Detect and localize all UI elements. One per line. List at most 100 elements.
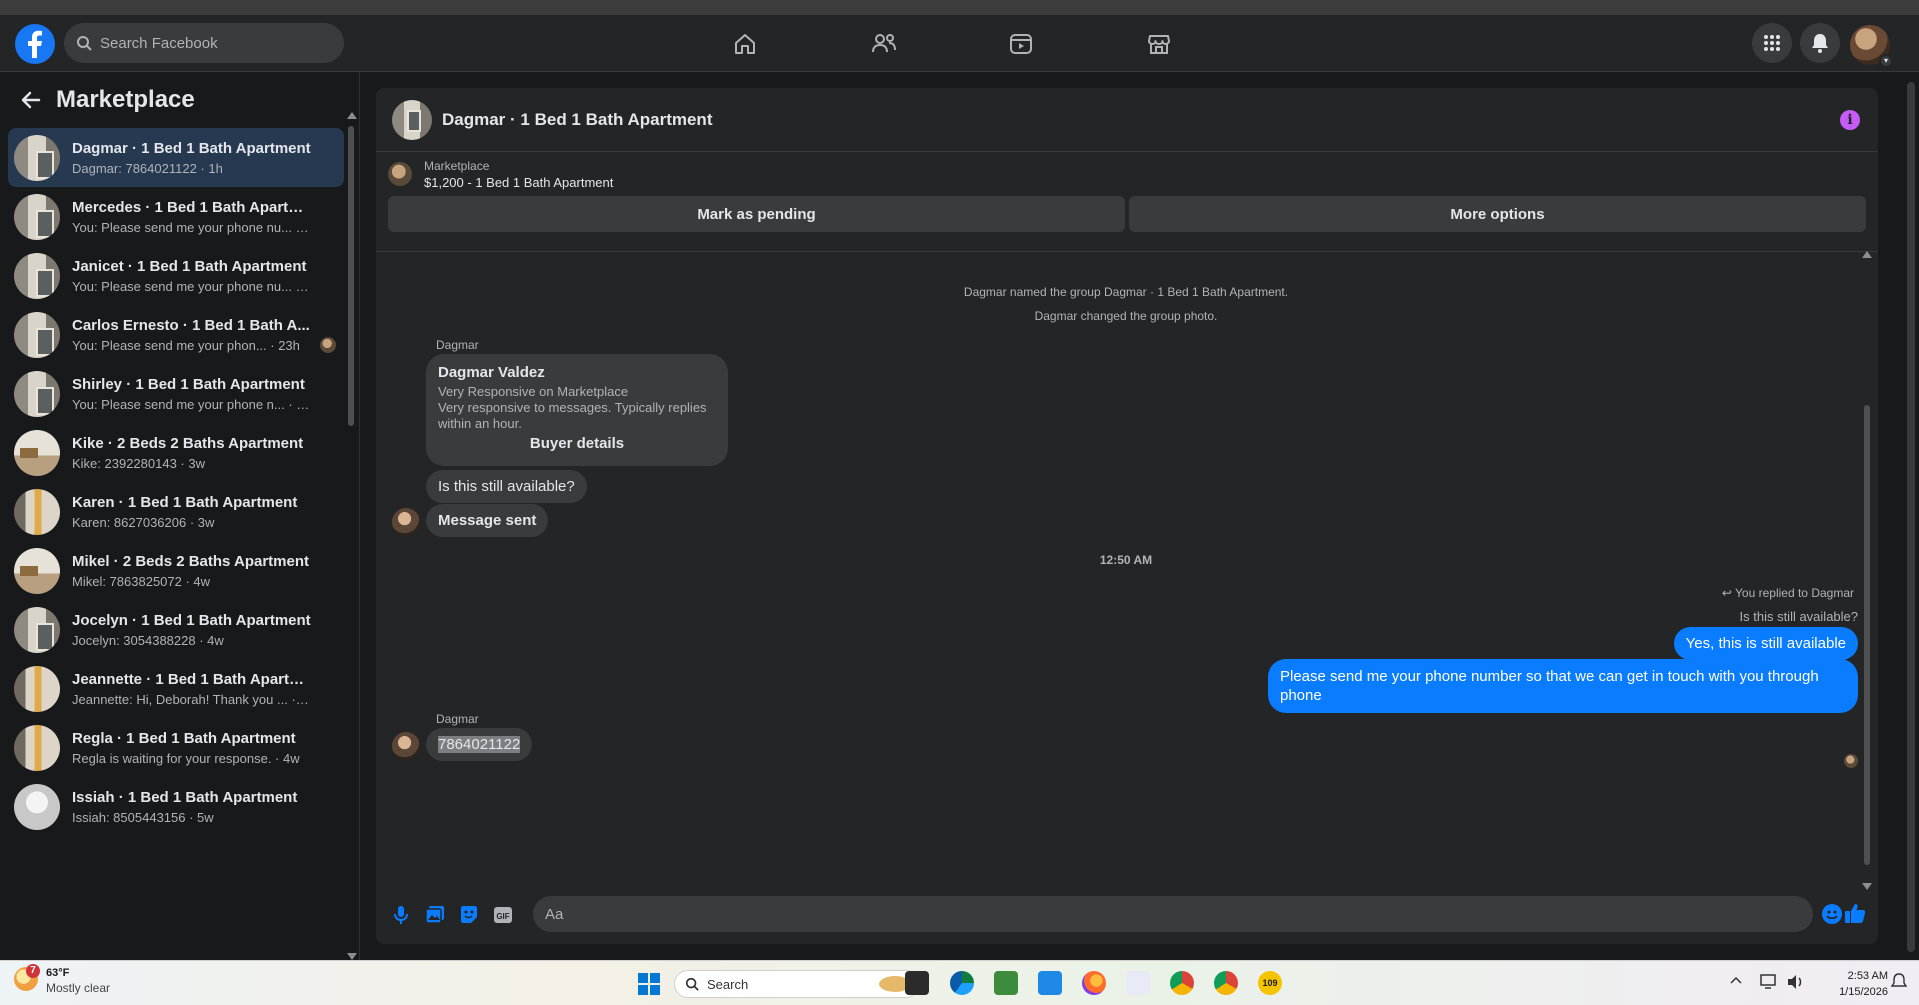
menu-grid-icon[interactable]: [1752, 23, 1792, 63]
system-clock[interactable]: 2:53 AM 1/15/2026: [1830, 968, 1888, 1000]
windows-taskbar: 7 63°F Mostly clear Search 109 2:53 AM 1…: [0, 960, 1919, 1005]
tray-chevron-up-icon[interactable]: [1728, 973, 1744, 989]
conversation-preview: Jeannette: Hi, Deborah! Thank you ... · …: [72, 691, 312, 707]
quoted-message[interactable]: Is this still available?: [1740, 609, 1859, 624]
conversation-name: Kike · 2 Beds 2 Baths Apartment: [72, 434, 304, 452]
sender-avatar[interactable]: [392, 508, 420, 536]
conversation-preview: Karen: 8627036206 · 3w: [72, 514, 215, 530]
sticker-icon[interactable]: [458, 904, 480, 926]
weather-widget[interactable]: 7 63°F Mostly clear: [14, 964, 110, 995]
chat-listing-thumbnail[interactable]: [392, 99, 432, 140]
info-icon[interactable]: i: [1840, 110, 1860, 130]
notifications-bell-icon[interactable]: [1800, 23, 1840, 63]
conversation-name: Dagmar · 1 Bed 1 Bath Apartment: [72, 139, 311, 157]
conversation-item[interactable]: Shirley · 1 Bed 1 Bath Apartment You: Ple…: [8, 364, 344, 423]
chat-title[interactable]: Dagmar · 1 Bed 1 Bath Apartment: [442, 110, 712, 130]
conversation-preview: You: Please send me your phone nu... · 2…: [72, 278, 312, 294]
outgoing-message-line: Please send me your phone number so that…: [1280, 668, 1819, 685]
spreadsheet-app-icon[interactable]: [994, 971, 1018, 995]
photo-icon[interactable]: [424, 904, 446, 926]
conversation-item[interactable]: Mikel · 2 Beds 2 Baths Apartment Mikel: 7…: [8, 541, 344, 600]
reply-indicator: ↩ You replied to Dagmar: [1722, 586, 1854, 600]
buyer-details-button[interactable]: Buyer details: [426, 435, 728, 452]
listing-summary[interactable]: Marketplace $1,200 - 1 Bed 1 Bath Apartm…: [376, 152, 1878, 196]
conversation-item[interactable]: Issiah · 1 Bed 1 Bath Apartment Issiah: 8…: [8, 777, 344, 836]
top-navigation: Search Facebook ▾: [0, 15, 1919, 72]
watch-icon[interactable]: [1003, 26, 1039, 62]
profile-avatar[interactable]: ▾: [1850, 25, 1893, 68]
conversation-preview: Kike: 2392280143 · 3w: [72, 455, 205, 471]
taskbar-search[interactable]: Search: [674, 970, 920, 998]
marketplace-icon[interactable]: [1141, 26, 1177, 62]
skype-app-icon[interactable]: [1038, 971, 1062, 995]
clock-time: 2:53 AM: [1847, 970, 1888, 982]
firefox-icon[interactable]: [1082, 971, 1106, 995]
emoji-icon[interactable]: [1822, 904, 1842, 924]
chrome-badge-icon[interactable]: 109: [1258, 971, 1282, 995]
home-icon[interactable]: [727, 26, 763, 62]
conversation-thumbnail: [14, 311, 60, 358]
snipping-tool-icon[interactable]: [1126, 971, 1150, 995]
conversation-preview: Regla is waiting for your response. · 4w: [72, 750, 300, 766]
conversation-item[interactable]: Kike · 2 Beds 2 Baths Apartment Kike: 239…: [8, 423, 344, 482]
page-scrollbar[interactable]: [1903, 72, 1919, 960]
friends-icon[interactable]: [866, 26, 902, 62]
conversation-item[interactable]: Jeannette · 1 Bed 1 Bath Apartm... Jeanne…: [8, 659, 344, 718]
chrome-profile-icon[interactable]: [1214, 971, 1238, 995]
conversation-preview: Mikel: 7863825072 · 4w: [72, 573, 211, 589]
back-arrow-icon[interactable]: [20, 89, 42, 111]
scroll-up-arrow-icon[interactable]: [347, 112, 357, 119]
conversation-text: Jeannette · 1 Bed 1 Bath Apartm... Jeanne…: [72, 671, 312, 707]
notification-center-icon[interactable]: [1890, 973, 1908, 991]
sidebar-scrollbar[interactable]: [347, 112, 357, 960]
incoming-message[interactable]: Is this still available?: [426, 470, 587, 503]
mark-as-pending-button[interactable]: Mark as pending: [388, 196, 1125, 232]
buyer-response-detail: Very responsive to messages. Typically r…: [438, 400, 707, 415]
conversation-item[interactable]: Karen · 1 Bed 1 Bath Apartment Karen: 862…: [8, 482, 344, 541]
scroll-up-arrow-icon[interactable]: [1862, 251, 1872, 258]
conversation-item[interactable]: Carlos Ernesto · 1 Bed 1 Bath A... You: P…: [8, 305, 344, 364]
conversation-list: Dagmar · 1 Bed 1 Bath Apartment Dagmar: 7…: [0, 128, 359, 836]
listing-price-title: $1,200 - 1 Bed 1 Bath Apartment: [424, 174, 614, 190]
network-icon[interactable]: [1760, 973, 1780, 991]
conversation-item[interactable]: Janicet · 1 Bed 1 Bath Apartment You: Ple…: [8, 246, 344, 305]
scroll-down-arrow-icon[interactable]: [347, 953, 357, 960]
conversation-item[interactable]: Jocelyn · 1 Bed 1 Bath Apartment Jocelyn:…: [8, 600, 344, 659]
task-view-icon[interactable]: [905, 971, 929, 995]
incoming-message[interactable]: Message sent: [426, 504, 549, 537]
conversation-preview: Issiah: 8505443156 · 5w: [72, 809, 214, 825]
chat-scrollbar[interactable]: [1862, 251, 1872, 890]
outgoing-message[interactable]: Yes, this is still available: [1673, 627, 1858, 660]
conversation-item[interactable]: Regla · 1 Bed 1 Bath Apartment Regla is w…: [8, 718, 344, 777]
volume-icon[interactable]: [1786, 973, 1806, 991]
message-thread: Dagmar named the group Dagmar · 1 Bed 1 …: [376, 251, 1878, 886]
conversation-thumbnail: [14, 724, 60, 771]
conversation-text: Carlos Ernesto · 1 Bed 1 Bath A... You: P…: [72, 317, 312, 353]
windows-start-icon[interactable]: [637, 972, 661, 996]
facebook-logo-icon[interactable]: [15, 24, 55, 64]
sidebar-scrollbar-thumb[interactable]: [348, 126, 354, 426]
page-scrollbar-thumb[interactable]: [1907, 82, 1915, 952]
conversation-item[interactable]: Dagmar · 1 Bed 1 Bath Apartment Dagmar: 7…: [8, 128, 344, 187]
search-icon: [685, 977, 699, 991]
thumbs-up-icon[interactable]: [1844, 902, 1866, 929]
sender-avatar[interactable]: [392, 732, 420, 760]
conversation-thumbnail: [14, 370, 60, 417]
chat-scrollbar-thumb[interactable]: [1864, 405, 1870, 865]
more-options-button[interactable]: More options: [1129, 196, 1866, 232]
outgoing-message[interactable]: Please send me your phone number so that…: [1268, 659, 1858, 713]
search-input[interactable]: Search Facebook: [64, 23, 344, 63]
selected-phone-number[interactable]: 7864021122: [438, 736, 521, 753]
microphone-icon[interactable]: [390, 904, 412, 926]
gif-icon[interactable]: GIF: [492, 904, 514, 926]
conversation-text: Shirley · 1 Bed 1 Bath Apartment You: Ple…: [72, 376, 312, 412]
read-receipt-avatar: [320, 337, 336, 353]
chevron-down-icon: ▾: [1879, 54, 1893, 68]
listing-mini-avatar: [388, 162, 412, 186]
message-input[interactable]: Aa: [533, 896, 1813, 932]
chrome-icon[interactable]: [1170, 971, 1194, 995]
edge-browser-icon[interactable]: [950, 971, 974, 995]
incoming-message[interactable]: 7864021122: [426, 728, 533, 761]
conversation-item[interactable]: Mercedes · 1 Bed 1 Bath Apartm... You: Pl…: [8, 187, 344, 246]
weather-temperature: 63°F: [46, 967, 70, 979]
